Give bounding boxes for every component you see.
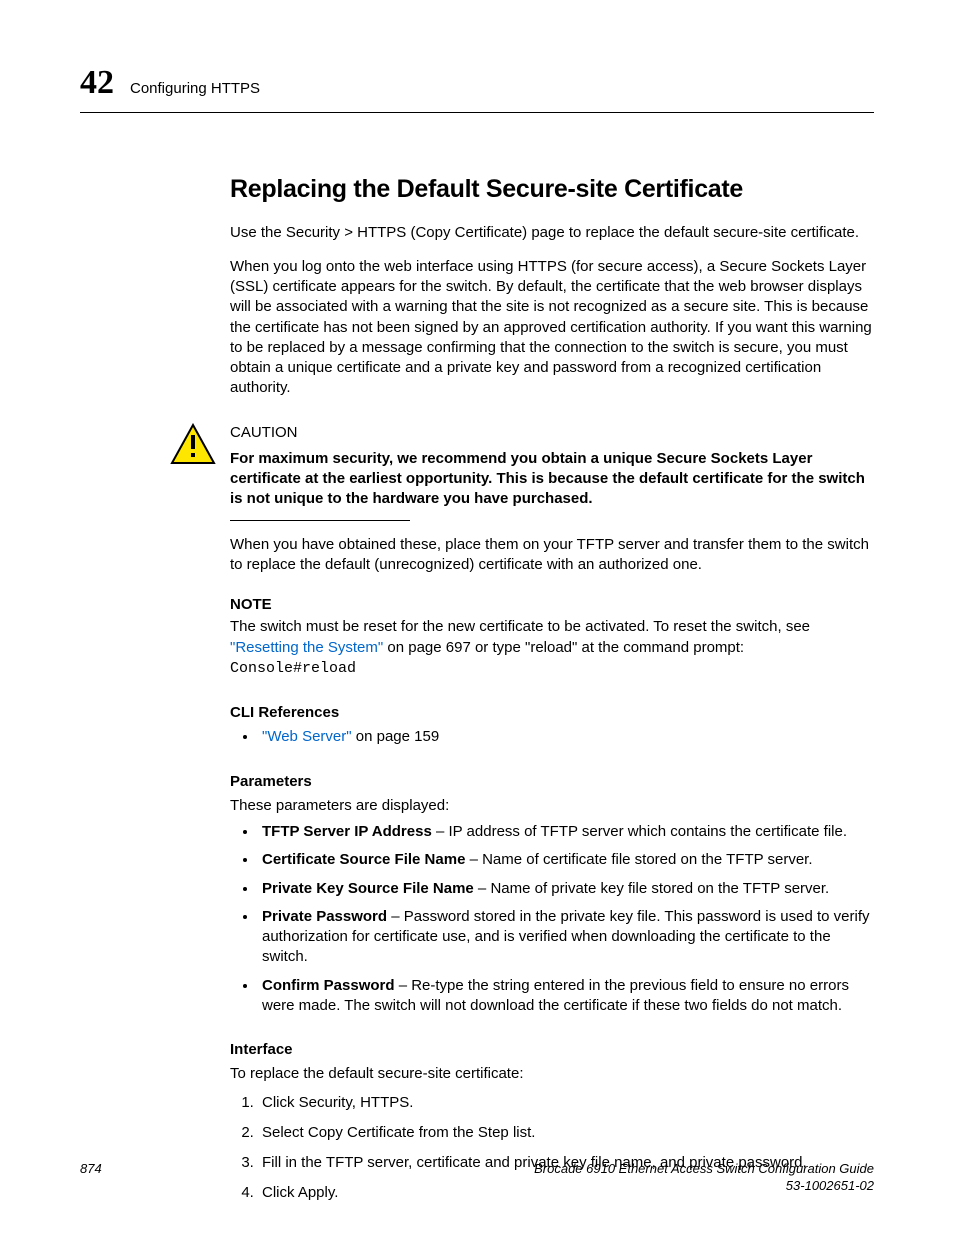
cli-heading: CLI References [230, 703, 874, 723]
footer-doc-title: Brocade 6910 Ethernet Access Switch Conf… [534, 1160, 874, 1178]
page-header: 42 Configuring HTTPS [80, 60, 874, 113]
param-name: Private Key Source File Name [262, 880, 474, 897]
chapter-title: Configuring HTTPS [130, 79, 260, 99]
page-footer: 874 Brocade 6910 Ethernet Access Switch … [80, 1160, 874, 1195]
param-name: TFTP Server IP Address [262, 823, 432, 840]
step-item: Select Copy Certificate from the Step li… [258, 1123, 874, 1143]
page-number: 874 [80, 1160, 102, 1195]
content-body: Replacing the Default Secure-site Certif… [230, 173, 874, 1204]
list-item: Private Key Source File Name – Name of p… [258, 879, 874, 899]
list-item: Confirm Password – Re-type the string en… [258, 976, 874, 1017]
link-resetting-system[interactable]: "Resetting the System" [230, 639, 383, 656]
list-item: "Web Server" on page 159 [258, 727, 874, 747]
page: 42 Configuring HTTPS Replacing the Defau… [0, 0, 954, 1235]
list-item: TFTP Server IP Address – IP address of T… [258, 822, 874, 842]
note-mid: on page 697 or type "reload" at the comm… [383, 639, 744, 656]
param-name: Confirm Password [262, 977, 395, 994]
param-name: Private Password [262, 908, 387, 925]
parameters-intro: These parameters are displayed: [230, 796, 874, 816]
step-item: Click Security, HTTPS. [258, 1093, 874, 1113]
caution-text: For maximum security, we recommend you o… [230, 449, 874, 510]
param-desc: – Name of certificate file stored on the… [465, 851, 812, 868]
note-text: The switch must be reset for the new cer… [230, 617, 874, 679]
footer-doc-number: 53-1002651-02 [534, 1177, 874, 1195]
section-title: Replacing the Default Secure-site Certif… [230, 173, 874, 207]
interface-heading: Interface [230, 1040, 874, 1060]
cli-tail: on page 159 [352, 728, 440, 745]
caution-icon [170, 423, 220, 471]
caution-block: CAUTION For maximum security, we recomme… [170, 423, 874, 535]
parameters-heading: Parameters [230, 772, 874, 792]
param-name: Certificate Source File Name [262, 851, 465, 868]
caution-label: CAUTION [230, 423, 874, 443]
separator [230, 520, 410, 521]
intro-paragraph: Use the Security > HTTPS (Copy Certifica… [230, 223, 874, 243]
param-desc: – Name of private key file stored on the… [474, 880, 829, 897]
link-web-server[interactable]: "Web Server" [262, 728, 352, 745]
list-item: Certificate Source File Name – Name of c… [258, 850, 874, 870]
body-paragraph: When you log onto the web interface usin… [230, 257, 874, 399]
interface-intro: To replace the default secure-site certi… [230, 1064, 874, 1084]
note-pre: The switch must be reset for the new cer… [230, 618, 810, 635]
code-command: Console#reload [230, 660, 356, 677]
list-item: Private Password – Password stored in th… [258, 907, 874, 968]
note-label: NOTE [230, 595, 874, 615]
body-paragraph: When you have obtained these, place them… [230, 535, 874, 576]
chapter-number: 42 [80, 60, 114, 106]
param-desc: – IP address of TFTP server which contai… [432, 823, 847, 840]
